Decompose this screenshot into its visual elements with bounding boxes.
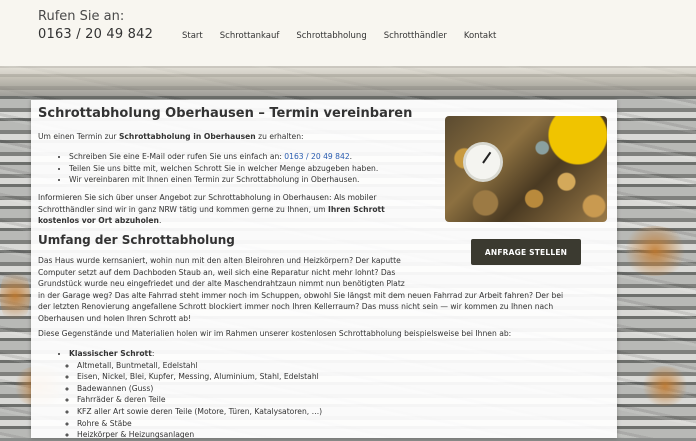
list-item: Badewannen (Guss): [77, 383, 322, 395]
list-item: Rohre & Stäbe: [77, 418, 322, 430]
info-line2: Schrotthändler sind wir in ganz NRW täti…: [38, 204, 329, 214]
step1-prefix: Schreiben Sie eine E-Mail oder rufen Sie…: [69, 152, 285, 161]
phone-number[interactable]: 0163 / 20 49 842: [38, 27, 153, 42]
intro-prefix: Um einen Termin zur: [38, 132, 119, 141]
nav-item-start[interactable]: Start: [182, 31, 203, 41]
list-item: Fahrräder & deren Teile: [77, 394, 322, 406]
nav-item-kontakt[interactable]: Kontakt: [464, 31, 497, 41]
list-item: Teilen Sie uns bitte mit, welchen Schrot…: [69, 163, 378, 175]
main-navigation: Start Schrottankauf Schrottabholung Schr…: [182, 31, 496, 41]
intro-suffix: zu erhalten:: [255, 132, 304, 141]
materials-list: Altmetall, Buntmetall, Edelstahl Eisen, …: [69, 360, 322, 441]
info-line3-suffix: .: [158, 216, 162, 226]
scope-line3: Grundstück wurde neu eingefriedet und de…: [38, 279, 405, 289]
list-item: Altmetall, Buntmetall, Edelstahl: [77, 360, 322, 372]
list-item: Klassischer Schrott: Altmetall, Buntmeta…: [69, 348, 322, 441]
materials-intro: Diese Gegenstände und Materialien holen …: [38, 329, 512, 338]
nav-item-schrottabholung[interactable]: Schrottabholung: [296, 31, 366, 41]
info-line1: Informieren Sie sich über unser Angebot …: [38, 193, 377, 202]
intro-text: Um einen Termin zur Schrottabholung in O…: [38, 131, 304, 143]
intro-bold: Schrottabholung in Oberhausen: [118, 132, 256, 141]
scope-line5: der letzten Renovierung angefallene Schr…: [38, 302, 554, 312]
page-title: Schrottabholung Oberhausen – Termin vere…: [38, 106, 413, 121]
category-label: Klassischer Schrott: [69, 349, 152, 358]
info-line2-bold: Ihren Schrott: [328, 204, 385, 214]
info-text: Informieren Sie sich über unser Angebot …: [38, 192, 385, 227]
step1-suffix: .: [349, 152, 353, 161]
scope-line4: in der Garage weg? Das alte Fahrrad steh…: [38, 290, 564, 300]
content-panel: Schrottabholung Oberhausen – Termin vere…: [31, 100, 617, 441]
phone-label: Rufen Sie an:: [38, 9, 125, 24]
section-heading: Umfang der Schrottabholung: [38, 233, 235, 247]
list-item: KFZ aller Art sowie deren Teile (Motore,…: [77, 406, 322, 418]
info-line3-bold: kostenlos vor Ort abzuholen: [38, 216, 159, 226]
category-list: Klassischer Schrott: Altmetall, Buntmeta…: [69, 348, 322, 441]
nav-item-schrottankauf[interactable]: Schrottankauf: [220, 31, 280, 41]
list-item: Eisen, Nickel, Blei, Kupfer, Messing, Al…: [77, 371, 322, 383]
scope-line6: Oberhausen und holen Ihren Schrott ab!: [38, 313, 192, 323]
scope-line2: Computer setzt auf dem Dachboden Staub a…: [38, 267, 396, 277]
pressure-gauge-icon: [463, 142, 503, 182]
scope-line1: Das Haus wurde kernsaniert, wohin nun mi…: [38, 256, 401, 265]
nav-item-schrotthaendler[interactable]: Schrotthändler: [384, 31, 447, 41]
phone-link[interactable]: 0163 / 20 49 842: [284, 152, 349, 161]
list-item: Schreiben Sie eine E-Mail oder rufen Sie…: [69, 151, 378, 163]
list-item: Wir vereinbaren mit Ihnen einen Termin z…: [69, 174, 378, 186]
category-colon: :: [151, 349, 155, 358]
steps-list: Schreiben Sie eine E-Mail oder rufen Sie…: [69, 151, 378, 186]
scope-paragraph: Das Haus wurde kernsaniert, wohin nun mi…: [38, 255, 563, 325]
request-button[interactable]: ANFRAGE STELLEN: [471, 239, 581, 265]
scrap-metal-photo: [445, 116, 607, 222]
site-header: Rufen Sie an: 0163 / 20 49 842 Start Sch…: [0, 0, 696, 66]
list-item: Heizkörper & Heizungsanlagen: [77, 429, 322, 441]
